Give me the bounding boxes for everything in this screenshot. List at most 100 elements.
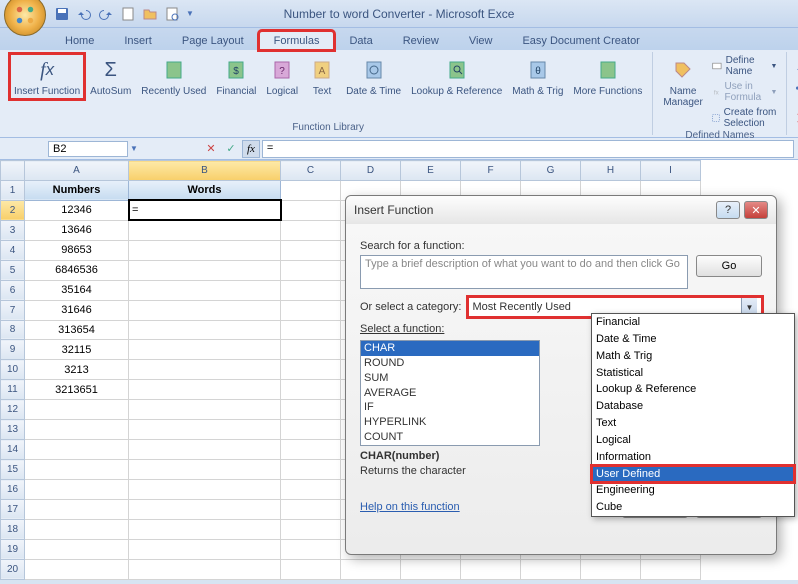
lookup-button[interactable]: Lookup & Reference [407,54,506,99]
tab-page-layout[interactable]: Page Layout [167,31,259,50]
row-header[interactable]: 4 [1,240,25,260]
tab-review[interactable]: Review [388,31,454,50]
tab-easy-doc[interactable]: Easy Document Creator [507,31,654,50]
category-option[interactable]: Database [592,398,794,415]
cell[interactable] [129,420,281,440]
cell[interactable] [281,260,341,280]
cell[interactable] [25,539,129,559]
formula-input[interactable]: = [262,140,794,158]
cell[interactable]: 31646 [25,300,129,320]
category-option[interactable]: Date & Time [592,331,794,348]
cell[interactable] [129,240,281,260]
tab-formulas[interactable]: Formulas [259,31,335,50]
row-header[interactable]: 19 [1,539,25,559]
recently-used-button[interactable]: Recently Used [137,54,210,99]
cell[interactable] [25,460,129,480]
cell[interactable] [129,340,281,360]
function-option[interactable]: ROUND [361,356,539,371]
undo-icon[interactable] [76,6,92,22]
row-header[interactable]: 5 [1,260,25,280]
tab-data[interactable]: Data [334,31,387,50]
function-option[interactable]: SUM [361,371,539,386]
math-button[interactable]: θ Math & Trig [508,54,567,99]
function-option[interactable]: IF [361,400,539,415]
function-option[interactable]: COUNT [361,430,539,445]
cell[interactable] [281,180,341,200]
insert-function-button[interactable]: fx Insert Function [10,54,84,99]
cell[interactable] [25,400,129,420]
cell[interactable]: Numbers [25,180,129,200]
cell[interactable] [129,280,281,300]
category-option[interactable]: User Defined [592,466,794,483]
dialog-close-button[interactable]: ✕ [744,201,768,219]
cancel-formula-icon[interactable]: ✕ [202,140,220,158]
cell[interactable] [281,460,341,480]
cell[interactable]: 35164 [25,280,129,300]
cell[interactable]: 13646 [25,220,129,240]
col-header[interactable]: I [641,161,701,181]
function-option[interactable]: HYPERLINK [361,415,539,430]
col-header[interactable]: F [461,161,521,181]
cell[interactable] [281,320,341,340]
row-header[interactable]: 12 [1,400,25,420]
cell[interactable] [581,559,641,579]
cell[interactable] [281,480,341,500]
cell[interactable] [25,519,129,539]
row-header[interactable]: 14 [1,440,25,460]
cell[interactable] [129,360,281,380]
cell[interactable] [129,320,281,340]
cell[interactable] [461,559,521,579]
cell[interactable] [641,559,701,579]
define-name-button[interactable]: Define Name▼ [709,54,781,78]
search-input[interactable]: Type a brief description of what you wan… [360,255,688,289]
function-listbox[interactable]: CHARROUNDSUMAVERAGEIFHYPERLINKCOUNT [360,340,540,446]
cell[interactable] [281,280,341,300]
col-header[interactable]: A [25,161,129,181]
cell[interactable] [281,220,341,240]
cell[interactable] [129,440,281,460]
cell[interactable] [129,460,281,480]
col-header[interactable]: D [341,161,401,181]
tab-insert[interactable]: Insert [109,31,167,50]
category-option[interactable]: Text [592,415,794,432]
logical-button[interactable]: ? Logical [262,54,302,99]
cell[interactable] [281,200,341,220]
category-option[interactable]: Cube [592,499,794,516]
cell[interactable] [25,480,129,500]
row-header[interactable]: 8 [1,320,25,340]
cell[interactable] [129,400,281,420]
cell[interactable]: 32115 [25,340,129,360]
dialog-help-button[interactable]: ? [716,201,740,219]
cell[interactable]: Words [129,180,281,200]
name-manager-button[interactable]: Name Manager [659,54,706,130]
category-option[interactable]: Statistical [592,365,794,382]
function-option[interactable]: CHAR [361,341,539,356]
datetime-button[interactable]: Date & Time [342,54,405,99]
cell[interactable] [129,480,281,500]
autosum-button[interactable]: Σ AutoSum [86,54,135,99]
name-box[interactable]: B2 [48,141,128,157]
category-option[interactable]: Information [592,449,794,466]
financial-button[interactable]: $ Financial [212,54,260,99]
trace-dependents-button[interactable]: Trace Depe [793,80,798,104]
row-header[interactable]: 17 [1,499,25,519]
cell[interactable] [25,440,129,460]
cell[interactable] [281,519,341,539]
cell[interactable]: 6846536 [25,260,129,280]
cell[interactable] [281,400,341,420]
cell[interactable] [129,380,281,400]
tab-home[interactable]: Home [50,31,109,50]
new-icon[interactable] [120,6,136,22]
row-header[interactable]: 16 [1,480,25,500]
cell[interactable] [25,420,129,440]
cell[interactable] [281,559,341,579]
cell[interactable] [281,300,341,320]
row-header[interactable]: 20 [1,559,25,579]
cell[interactable] [129,499,281,519]
row-header[interactable]: 2 [1,200,25,220]
fx-bar-icon[interactable]: fx [242,140,260,158]
cell[interactable]: 313654 [25,320,129,340]
cell[interactable] [25,499,129,519]
qat-dropdown-icon[interactable]: ▼ [186,9,194,18]
remove-arrows-button[interactable]: Remove Ar [793,106,798,130]
